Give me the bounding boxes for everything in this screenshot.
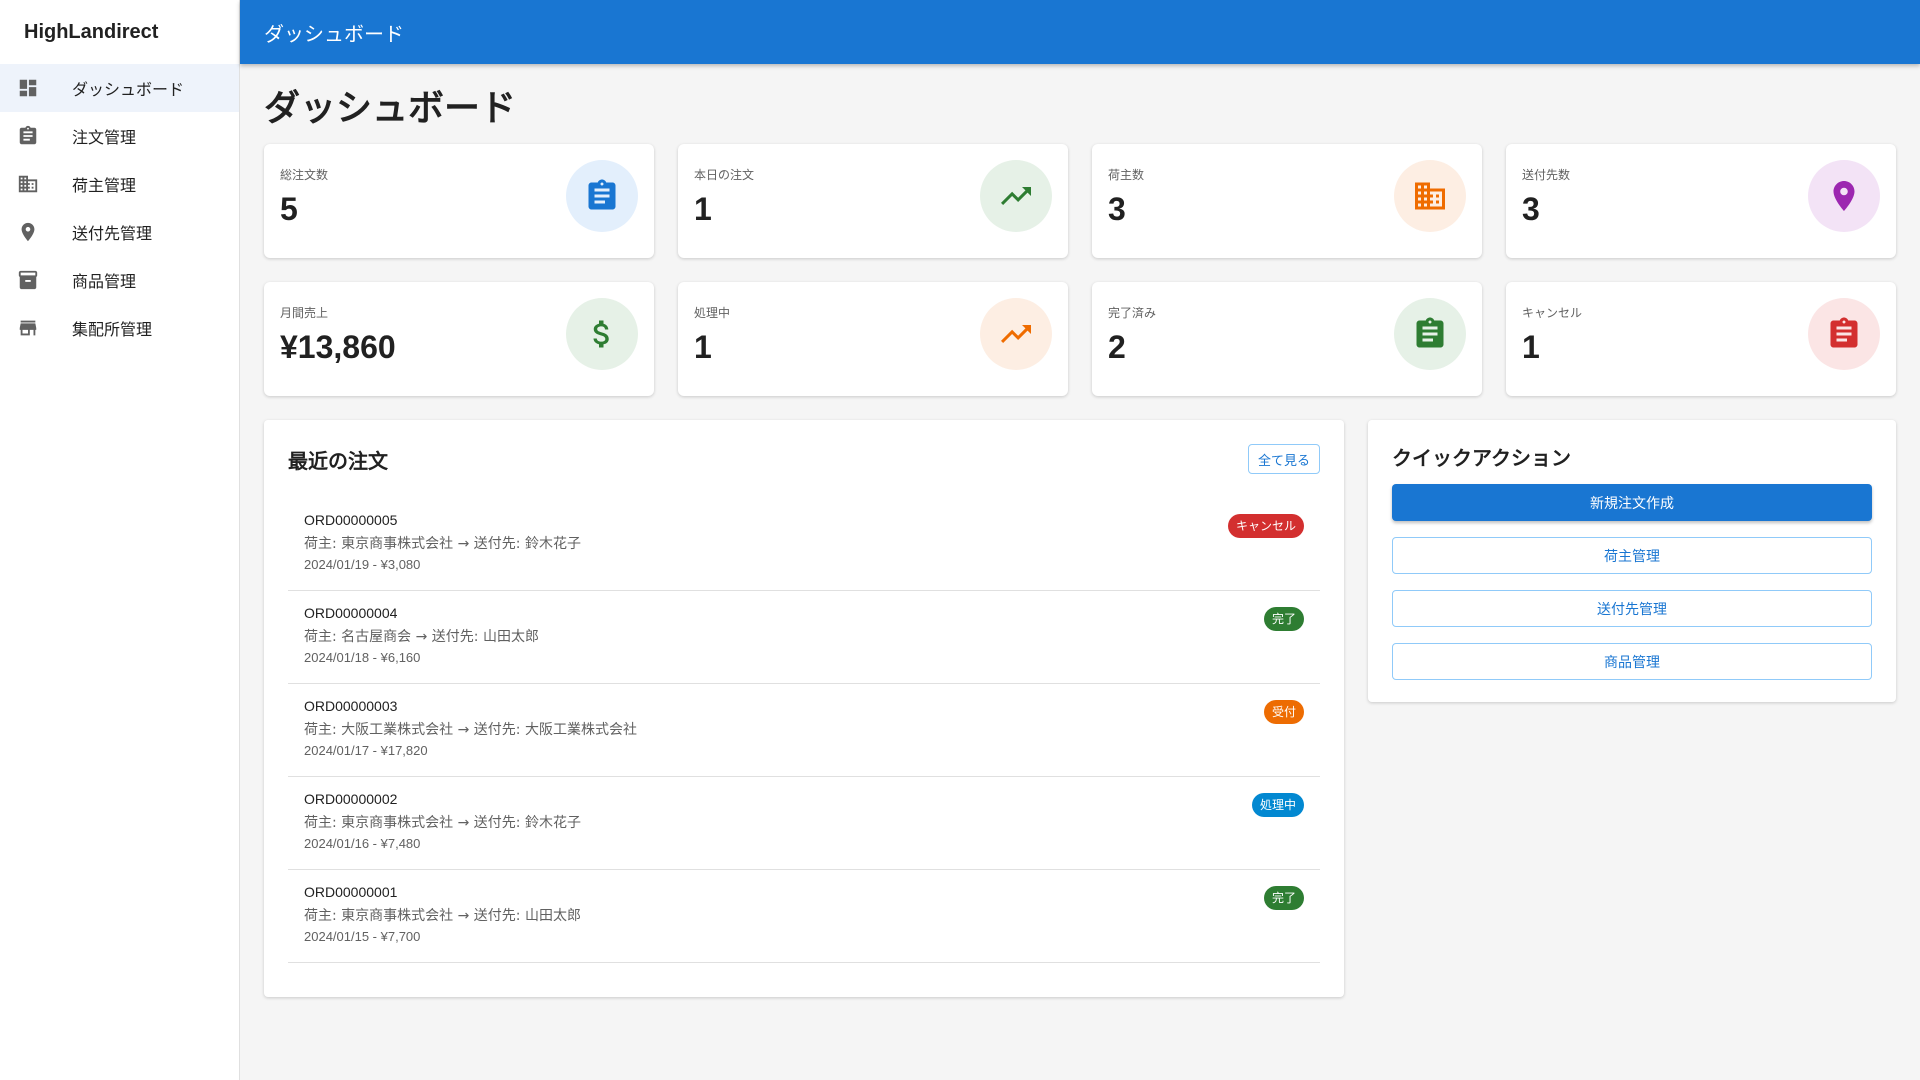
quick-actions-title: クイックアクション <box>1392 446 1571 470</box>
order-date-amount: 2024/01/17 - ¥17,820 <box>304 743 428 758</box>
sidebar-item-label: 商品管理 <box>72 272 137 291</box>
sidebar-item-orders[interactable]: 注文管理 <box>0 112 239 160</box>
sidebar-item-recipients[interactable]: 送付先管理 <box>0 208 239 256</box>
trending-up-icon <box>980 298 1052 370</box>
status-badge: 受付 <box>1263 700 1304 724</box>
status-badge: 完了 <box>1263 607 1304 631</box>
sidebar-item-shippers[interactable]: 荷主管理 <box>0 160 239 208</box>
stat-card-shippers: 荷主数 3 <box>1092 144 1482 258</box>
shipper-management-button[interactable]: 荷主管理 <box>1392 537 1872 574</box>
order-id: ORD00000002 <box>304 791 398 807</box>
sidebar-item-label: 集配所管理 <box>72 320 153 339</box>
order-id: ORD00000001 <box>304 884 398 900</box>
order-id: ORD00000004 <box>304 605 398 621</box>
list-item[interactable]: ORD00000005 荷主: 東京商事株式会社 → 送付先: 鈴木花子 202… <box>288 498 1320 591</box>
brand-logo[interactable]: HighLandirect <box>0 0 239 64</box>
location-pin-icon <box>1808 160 1880 232</box>
sidebar-item-label: 注文管理 <box>72 128 137 147</box>
order-list: ORD00000005 荷主: 東京商事株式会社 → 送付先: 鈴木花子 202… <box>288 498 1320 963</box>
new-order-button[interactable]: 新規注文作成 <box>1392 484 1872 521</box>
dollar-icon <box>566 298 638 370</box>
page-title: ダッシュボード <box>264 88 517 129</box>
clipboard-icon <box>1808 298 1880 370</box>
archive-box-icon <box>16 268 40 292</box>
app-bar-title: ダッシュボード <box>264 21 404 46</box>
location-pin-icon <box>16 220 40 244</box>
app-bar: ダッシュボード <box>240 0 1920 64</box>
view-all-button[interactable]: 全て見る <box>1247 444 1320 474</box>
list-item[interactable]: ORD00000002 荷主: 東京商事株式会社 → 送付先: 鈴木花子 202… <box>288 777 1320 870</box>
trending-up-icon <box>980 160 1052 232</box>
order-date-amount: 2024/01/18 - ¥6,160 <box>304 650 421 665</box>
status-badge: 処理中 <box>1251 793 1304 817</box>
dashboard-icon <box>16 76 40 100</box>
order-detail: 荷主: 東京商事株式会社 → 送付先: 山田太郎 <box>304 908 581 924</box>
sidebar-item-depots[interactable]: 集配所管理 <box>0 304 239 352</box>
sidebar-item-label: ダッシュボード <box>72 80 185 99</box>
stat-card-recipients: 送付先数 3 <box>1506 144 1896 258</box>
stat-card-today-orders: 本日の注文 1 <box>678 144 1068 258</box>
clipboard-icon <box>566 160 638 232</box>
list-item[interactable]: ORD00000004 荷主: 名古屋商会 → 送付先: 山田太郎 2024/0… <box>288 591 1320 684</box>
order-date-amount: 2024/01/16 - ¥7,480 <box>304 836 421 851</box>
status-badge: 完了 <box>1263 886 1304 910</box>
recipient-management-button[interactable]: 送付先管理 <box>1392 590 1872 627</box>
stat-card-total-orders: 総注文数 5 <box>264 144 654 258</box>
recent-orders-title: 最近の注文 <box>288 448 388 473</box>
stat-card-monthly-sales: 月間売上 ¥13,860 <box>264 282 654 396</box>
stat-card-completed: 完了済み 2 <box>1092 282 1482 396</box>
list-item[interactable]: ORD00000001 荷主: 東京商事株式会社 → 送付先: 山田太郎 202… <box>288 870 1320 963</box>
order-detail: 荷主: 大阪工業株式会社 → 送付先: 大阪工業株式会社 <box>304 722 637 738</box>
product-management-button[interactable]: 商品管理 <box>1392 643 1872 680</box>
status-badge: キャンセル <box>1227 514 1304 538</box>
order-id: ORD00000003 <box>304 698 398 714</box>
building-icon <box>16 172 40 196</box>
stats-grid: 総注文数 5 本日の注文 1 荷主数 3 送付先数 3 月間売上 ¥13,860… <box>264 144 1896 396</box>
list-item[interactable]: ORD00000003 荷主: 大阪工業株式会社 → 送付先: 大阪工業株式会社… <box>288 684 1320 777</box>
sidebar: HighLandirect ダッシュボード 注文管理 荷主管理 送付先管理 商品… <box>0 0 240 1080</box>
quick-actions-panel: クイックアクション 新規注文作成 荷主管理 送付先管理 商品管理 <box>1368 420 1896 702</box>
sidebar-item-products[interactable]: 商品管理 <box>0 256 239 304</box>
sidebar-item-dashboard[interactable]: ダッシュボード <box>0 64 239 112</box>
stat-card-cancelled: キャンセル 1 <box>1506 282 1896 396</box>
sidebar-item-label: 送付先管理 <box>72 224 153 243</box>
main-content: ダッシュボード 総注文数 5 本日の注文 1 荷主数 3 送付先数 3 月間売上… <box>264 64 1896 997</box>
building-icon <box>1394 160 1466 232</box>
clipboard-icon <box>16 124 40 148</box>
order-detail: 荷主: 東京商事株式会社 → 送付先: 鈴木花子 <box>304 815 581 831</box>
stat-card-processing: 処理中 1 <box>678 282 1068 396</box>
order-detail: 荷主: 東京商事株式会社 → 送付先: 鈴木花子 <box>304 536 581 552</box>
order-date-amount: 2024/01/15 - ¥7,700 <box>304 929 421 944</box>
store-icon <box>16 316 40 340</box>
lower-section: 最近の注文 全て見る ORD00000005 荷主: 東京商事株式会社 → 送付… <box>264 420 1896 997</box>
order-id: ORD00000005 <box>304 512 398 528</box>
recent-orders-panel: 最近の注文 全て見る ORD00000005 荷主: 東京商事株式会社 → 送付… <box>264 420 1344 997</box>
order-detail: 荷主: 名古屋商会 → 送付先: 山田太郎 <box>304 629 539 645</box>
clipboard-icon <box>1394 298 1466 370</box>
sidebar-item-label: 荷主管理 <box>72 176 137 195</box>
order-date-amount: 2024/01/19 - ¥3,080 <box>304 557 421 572</box>
recent-orders-header: 最近の注文 全て見る <box>288 444 1320 474</box>
